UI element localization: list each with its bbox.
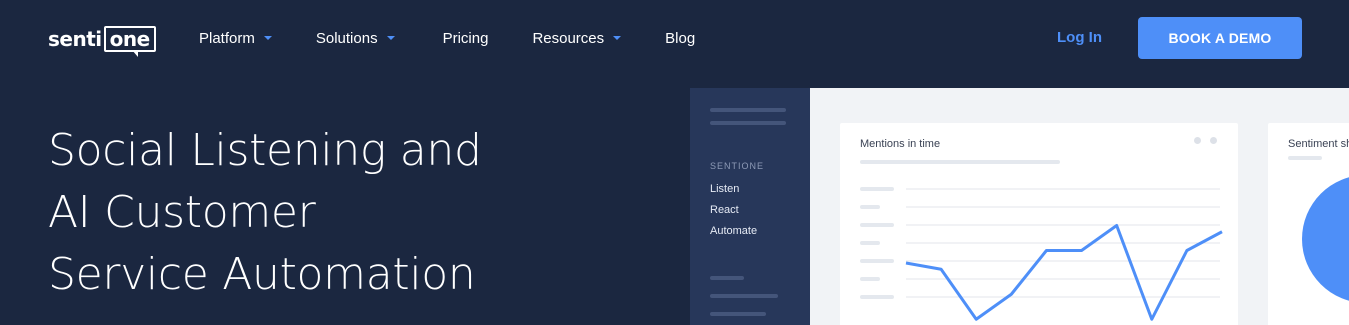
axis-label-placeholder (860, 259, 894, 263)
pie-slice (1302, 177, 1349, 301)
mockup-sidebar: SENTIONE Listen React Automate (690, 88, 810, 325)
menu-item-pricing[interactable]: Pricing (443, 29, 489, 47)
axis-label-placeholder (860, 295, 894, 299)
placeholder-bar (710, 312, 766, 316)
chevron-down-icon (386, 36, 395, 40)
mentions-chart-card: Mentions in time (840, 123, 1238, 325)
menu-item-solutions[interactable]: Solutions (316, 29, 395, 47)
menu-item-resources[interactable]: Resources (532, 29, 622, 47)
menu-item-label: Solutions (315, 29, 378, 47)
main-menu: Platform Solutions Pricing Resources Blo… (199, 29, 695, 47)
menu-item-label: Pricing (442, 29, 489, 47)
chevron-down-icon (263, 36, 272, 40)
series-line (905, 224, 1223, 321)
menu-item-label: Blog (665, 29, 696, 47)
axis-label-placeholder (860, 187, 894, 191)
sentione-logo[interactable]: senti one (48, 24, 156, 57)
sentiment-chart-card: Sentiment sh (1268, 123, 1349, 325)
sidebar-link-automate: Automate (710, 225, 758, 237)
sidebar-link-listen: Listen (710, 183, 740, 195)
hero-line: Social Listening and (48, 125, 482, 176)
hero-line: AI Customer (48, 187, 316, 238)
axis-label-placeholder (860, 205, 880, 209)
logo-text-senti: senti (48, 27, 102, 51)
menu-item-label: Platform (199, 29, 255, 47)
menu-item-platform[interactable]: Platform (199, 29, 272, 47)
menu-item-label: Resources (532, 29, 605, 47)
placeholder-bar (710, 121, 786, 125)
sidebar-section-label: SENTIONE (710, 161, 765, 171)
sentiment-pie-chart (1302, 177, 1349, 301)
mentions-line-chart (860, 187, 1223, 321)
placeholder-bar (710, 294, 778, 298)
product-mockup: SENTIONE Listen React Automate Mentions … (690, 88, 1349, 325)
axis-label-placeholder (860, 277, 880, 281)
book-demo-button[interactable]: BOOK A DEMO (1138, 17, 1302, 59)
logo-speech-tail (131, 50, 138, 57)
top-navigation: senti one Platform Solutions Pricing Res… (0, 0, 1349, 76)
hero-line: Service Automation (48, 249, 476, 300)
axis-label-placeholder (860, 241, 880, 245)
logo-boxed-text: one (109, 27, 151, 51)
sidebar-link-react: React (710, 204, 739, 216)
placeholder-bar (710, 108, 786, 112)
hero-headline: Social Listening and AI Customer Service… (48, 120, 482, 306)
placeholder-bar (710, 276, 744, 280)
menu-item-blog[interactable]: Blog (665, 29, 695, 47)
axis-label-placeholder (860, 223, 894, 227)
chevron-down-icon (613, 36, 622, 40)
logo-text-one: one (103, 26, 156, 57)
login-link[interactable]: Log In (1057, 29, 1102, 46)
